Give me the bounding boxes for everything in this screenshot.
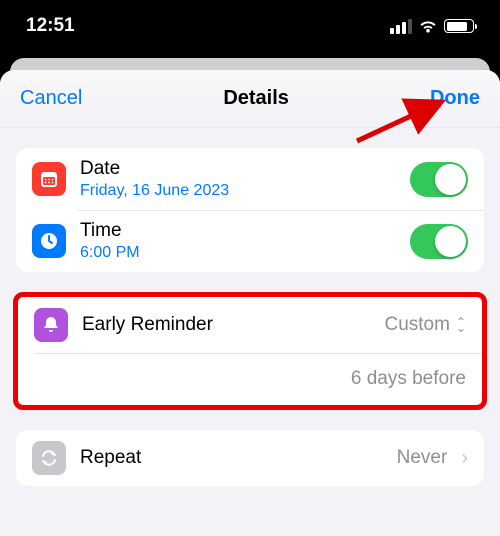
date-toggle[interactable]: [410, 162, 468, 197]
clock-icon: [32, 224, 66, 258]
repeat-value: Never: [397, 447, 448, 469]
highlight-annotation: Early Reminder Custom ⌃⌄ 6 days before: [13, 292, 487, 410]
time-value: 6:00 PM: [80, 244, 396, 262]
cancel-button[interactable]: Cancel: [20, 87, 82, 110]
wifi-icon: [418, 19, 438, 34]
status-indicators: [390, 19, 474, 34]
early-reminder-group: Early Reminder Custom ⌃⌄ 6 days before: [18, 297, 482, 405]
date-label: Date: [80, 158, 396, 180]
repeat-label: Repeat: [80, 447, 383, 469]
details-modal: Cancel Details Done Date Friday, 16 June…: [0, 70, 500, 536]
bell-icon: [34, 308, 68, 342]
early-reminder-detail: 6 days before: [351, 368, 466, 390]
time-toggle[interactable]: [410, 224, 468, 259]
status-time: 12:51: [26, 15, 75, 37]
page-title: Details: [223, 87, 289, 110]
signal-icon: [390, 19, 412, 34]
time-row[interactable]: Time 6:00 PM: [16, 210, 484, 272]
done-button[interactable]: Done: [430, 87, 480, 110]
date-value: Friday, 16 June 2023: [80, 182, 396, 200]
early-reminder-label: Early Reminder: [82, 314, 370, 336]
stepper-icon: ⌃⌄: [456, 319, 466, 331]
repeat-row[interactable]: Repeat Never ›: [16, 430, 484, 486]
time-label: Time: [80, 220, 396, 242]
date-row[interactable]: Date Friday, 16 June 2023: [16, 148, 484, 210]
early-reminder-row[interactable]: Early Reminder Custom ⌃⌄: [18, 297, 482, 353]
early-reminder-detail-row: 6 days before: [18, 353, 482, 405]
chevron-right-icon: ›: [461, 447, 468, 470]
date-time-group: Date Friday, 16 June 2023 Time 6:00 PM: [16, 148, 484, 272]
nav-bar: Cancel Details Done: [0, 70, 500, 128]
status-bar: 12:51: [0, 0, 500, 52]
battery-icon: [444, 19, 474, 33]
repeat-group: Repeat Never ›: [16, 430, 484, 486]
early-reminder-value: Custom ⌃⌄: [384, 314, 466, 336]
repeat-icon: [32, 441, 66, 475]
calendar-icon: [32, 162, 66, 196]
content-area: Date Friday, 16 June 2023 Time 6:00 PM: [0, 128, 500, 526]
